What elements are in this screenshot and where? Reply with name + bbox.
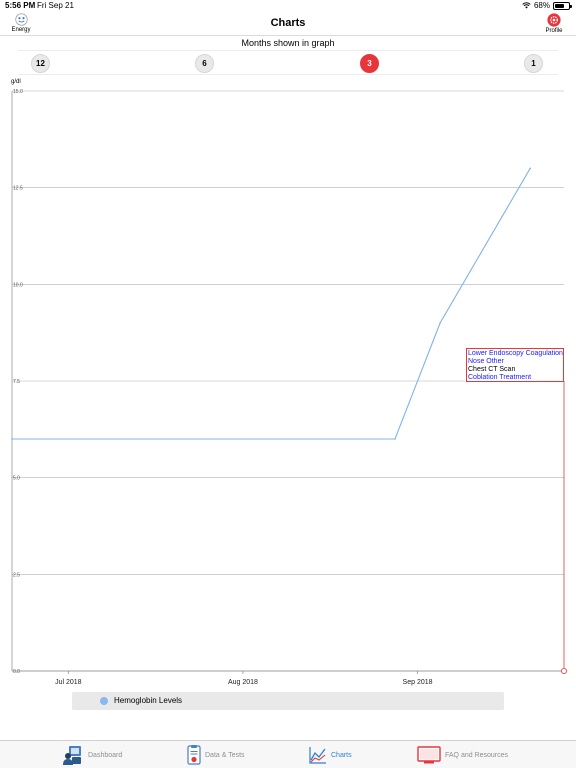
profile-button[interactable]: Profile	[542, 13, 566, 34]
wifi-icon	[522, 2, 531, 9]
annotation-marker	[561, 668, 568, 675]
battery-percent: 68%	[533, 1, 550, 10]
data-point	[11, 438, 13, 440]
legend-marker	[100, 697, 108, 705]
battery-icon	[553, 1, 572, 10]
months-option-3[interactable]: 3	[360, 54, 379, 73]
months-selector: 12 6 3 1	[18, 50, 558, 75]
y-tick-label: 10.0	[13, 282, 23, 288]
data-point	[439, 322, 441, 324]
series-line	[12, 168, 531, 440]
faq-resources-icon	[417, 746, 441, 764]
tab-label: FAQ and Resources	[445, 751, 509, 759]
tab-faq-resources[interactable]: FAQ and Resources	[417, 744, 508, 766]
annotation-line[interactable]: Coblation Treatment	[468, 374, 562, 382]
status-time: 5:56 PM	[5, 1, 36, 10]
profile-label: Profile	[545, 28, 563, 34]
status-bar: 5:56 PM Fri Sep 21 68%	[0, 0, 576, 12]
hemoglobin-chart: 0.0 2.5 5.0 7.5 10.0 12.5 15.0 Jul 2018 Aug 2018…	[11, 89, 568, 686]
x-tick-label: Aug 2018	[228, 679, 258, 686]
y-tick-label: 12.5	[13, 186, 23, 192]
months-option-12[interactable]: 12	[31, 54, 50, 73]
tab-dashboard[interactable]: Dashboard	[62, 744, 122, 766]
months-option-1[interactable]: 1	[524, 54, 543, 73]
procedure-annotation: Lower Endoscopy Coagulation Nose Other C…	[466, 348, 564, 382]
gear-icon	[547, 13, 561, 27]
data-point	[529, 167, 532, 170]
annotation-line: Chest CT Scan	[468, 366, 516, 373]
y-tick-label: 2.5	[13, 572, 20, 578]
tab-label: Dashboard	[88, 751, 123, 759]
annotation-line[interactable]: Nose Other	[468, 358, 562, 366]
tab-label: Data & Tests	[205, 751, 245, 759]
y-tick-label: 7.5	[13, 379, 20, 385]
status-indicators: 68%	[522, 1, 572, 10]
page-title: Charts	[270, 17, 306, 29]
data-point	[394, 438, 396, 440]
tab-bar: Dashboard Data & Tests Charts FAQ and Re…	[0, 740, 576, 768]
battery-level	[555, 3, 564, 8]
months-option-6[interactable]: 6	[195, 54, 214, 73]
y-tick-label: 0.0	[13, 669, 20, 675]
x-tick-label: Sep 2018	[403, 679, 433, 686]
y-tick-label: 5.0	[13, 476, 20, 482]
tab-charts[interactable]: Charts	[309, 744, 352, 766]
legend-label: Hemoglobin Levels	[114, 696, 183, 705]
annotation-line[interactable]: Lower Endoscopy Coagulation	[468, 350, 563, 358]
dashboard-icon	[63, 746, 81, 765]
y-tick-label: 15.0	[13, 89, 23, 95]
charts-icon	[309, 747, 326, 764]
tab-data-tests[interactable]: Data & Tests	[187, 744, 245, 766]
data-tests-icon	[187, 745, 201, 765]
status-date: Fri Sep 21	[37, 1, 74, 10]
chart-legend: Hemoglobin Levels	[72, 692, 504, 710]
tab-label: Charts	[331, 751, 352, 759]
months-selector-title: Months shown in graph	[241, 38, 335, 48]
x-tick-label: Jul 2018	[55, 679, 82, 686]
navigation-bar: Energy Charts Profile	[0, 12, 576, 36]
